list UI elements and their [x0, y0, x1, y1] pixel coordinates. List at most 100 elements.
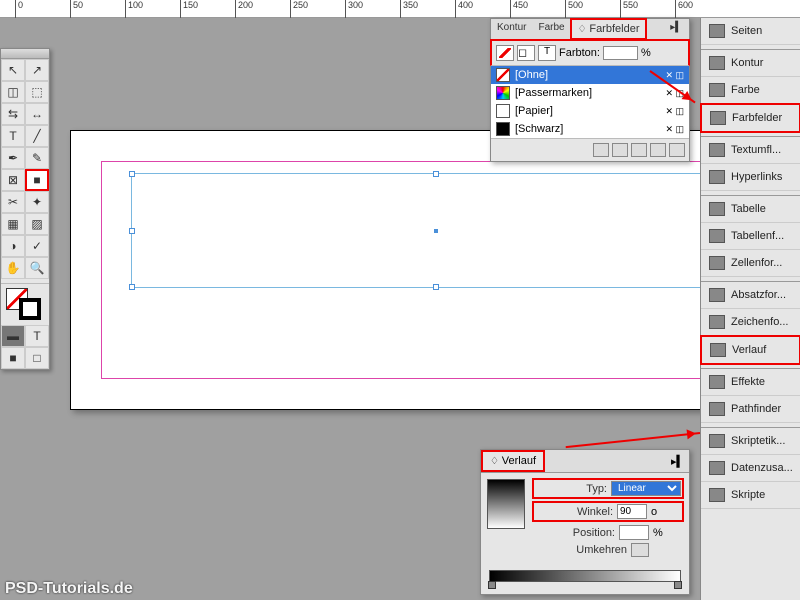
gradient-type-select[interactable]: Linear [611, 481, 681, 496]
dock-item-swatches[interactable]: Farbfelder [700, 103, 800, 133]
dock-label: Tabellenf... [731, 230, 784, 242]
show-gradient-swatches-icon[interactable] [631, 143, 647, 157]
zoom-tool[interactable]: 🔍 [25, 257, 49, 279]
document-page[interactable] [70, 130, 710, 410]
dock-item-cell[interactable]: Zellenfor... [701, 250, 800, 277]
dock-item-fx[interactable]: Effekte [701, 368, 800, 396]
path-icon [709, 402, 725, 416]
pencil-tool[interactable]: ✎ [25, 147, 49, 169]
dock-item-char[interactable]: Zeichenfo... [701, 309, 800, 336]
dock-item-link[interactable]: Hyperlinks [701, 164, 800, 191]
gradient-feather-tool[interactable]: ▨ [25, 213, 49, 235]
frame-tool[interactable]: ⊠ [1, 169, 25, 191]
handle-bottom-mid[interactable] [433, 284, 439, 290]
mode-preview[interactable]: □ [25, 347, 49, 369]
tint-input[interactable] [603, 46, 638, 60]
gradient-position-input[interactable] [619, 525, 649, 540]
text-formatting-icon[interactable]: T [538, 45, 556, 61]
dock-item-path[interactable]: Pathfinder [701, 396, 800, 423]
pen-tool[interactable]: ✒ [1, 147, 25, 169]
swatch-row[interactable]: [Passermarken]✕ ◫ [491, 84, 689, 102]
gradient-angle-input[interactable] [617, 504, 647, 519]
swatch-chip [496, 86, 510, 100]
content-tool-2[interactable]: ↔ [25, 103, 49, 125]
script-icon [709, 488, 725, 502]
rectangle-tool[interactable]: ■ [25, 169, 49, 191]
gradient-panel: ♢ Verlauf ▸▍ Typ: Linear Winkel: o Posit… [480, 449, 690, 595]
apply-color[interactable]: ▬ [1, 325, 25, 347]
handle-top-mid[interactable] [433, 171, 439, 177]
toolbox-grip[interactable] [1, 49, 49, 59]
swatches-icon [710, 111, 726, 125]
new-swatch-icon[interactable] [650, 143, 666, 157]
dock-item-script[interactable]: Skripte [701, 482, 800, 509]
type-tool[interactable]: T [1, 125, 25, 147]
swatch-row[interactable]: [Papier]✕ ◫ [491, 102, 689, 120]
stroke-swatch[interactable] [19, 298, 41, 320]
panel-menu-icon[interactable]: ▸▍ [671, 455, 685, 468]
dock-item-data[interactable]: Datenzusa... [701, 455, 800, 482]
line-tool[interactable]: ╱ [25, 125, 49, 147]
direct-selection-tool[interactable]: ↗ [25, 59, 49, 81]
position-label: Position: [573, 527, 615, 539]
gradient-swatch-tool[interactable]: ▦ [1, 213, 25, 235]
tab-verlauf[interactable]: ♢ Verlauf [481, 450, 545, 472]
dock-item-color[interactable]: Farbe [701, 77, 800, 104]
panel-menu-icon[interactable]: ▸▍ [664, 19, 689, 39]
gap-tool[interactable]: ⬚ [25, 81, 49, 103]
gradient-stop-start[interactable] [488, 581, 496, 589]
data-icon [709, 461, 725, 475]
dock-item-stroke[interactable]: Kontur [701, 49, 800, 77]
dock-item-tablef[interactable]: Tabellenf... [701, 223, 800, 250]
swatches-tabs: Kontur Farbe ♢ Farbfelder ▸▍ [491, 19, 689, 40]
dock-item-grad[interactable]: Verlauf [700, 335, 800, 365]
content-tool[interactable]: ⇆ [1, 103, 25, 125]
dock-item-pages[interactable]: Seiten [701, 18, 800, 45]
dock-label: Textumfl... [731, 144, 781, 156]
dock-item-stag[interactable]: Skriptetik... [701, 427, 800, 455]
tablef-icon [709, 229, 725, 243]
fill-stroke-swatch[interactable] [1, 283, 49, 325]
show-all-swatches-icon[interactable] [593, 143, 609, 157]
swatch-row[interactable]: [Ohne]✕ ◫ [491, 66, 689, 84]
handle-center[interactable] [434, 229, 438, 233]
cell-icon [709, 256, 725, 270]
selected-rectangle[interactable] [131, 173, 741, 288]
dock-item-table[interactable]: Tabelle [701, 195, 800, 223]
handle-bottom-left[interactable] [129, 284, 135, 290]
pages-icon [709, 24, 725, 38]
handle-mid-left[interactable] [129, 228, 135, 234]
tab-farbfelder[interactable]: ♢ Farbfelder [570, 18, 648, 40]
delete-swatch-icon[interactable] [669, 143, 685, 157]
dock-item-wrap[interactable]: Textumfl... [701, 136, 800, 164]
note-tool[interactable]: ◑ [1, 235, 25, 257]
mode-normal[interactable]: ■ [1, 347, 25, 369]
para-icon [709, 288, 725, 302]
apply-gradient[interactable]: T [25, 325, 49, 347]
gradient-stop-end[interactable] [674, 581, 682, 589]
handle-top-left[interactable] [129, 171, 135, 177]
hand-tool[interactable]: ✋ [1, 257, 25, 279]
gradient-preview[interactable] [487, 479, 525, 529]
dock-item-para[interactable]: Absatzfor... [701, 281, 800, 309]
dock-label: Hyperlinks [731, 171, 782, 183]
eyedropper-tool[interactable]: ✓ [25, 235, 49, 257]
page-tool[interactable]: ◫ [1, 81, 25, 103]
dock-label: Absatzfor... [731, 289, 786, 301]
show-color-swatches-icon[interactable] [612, 143, 628, 157]
selection-tool[interactable]: ↖ [1, 59, 25, 81]
tab-kontur[interactable]: Kontur [491, 19, 532, 39]
swatches-panel: Kontur Farbe ♢ Farbfelder ▸▍ ◻ T Farbton… [490, 18, 690, 162]
scissors-tool[interactable]: ✂ [1, 191, 25, 213]
dock-label: Farbe [731, 84, 760, 96]
stag-icon [709, 434, 725, 448]
swatch-chip [496, 104, 510, 118]
dock-label: Tabelle [731, 203, 766, 215]
container-formatting-icon[interactable]: ◻ [517, 45, 535, 61]
transform-tool[interactable]: ✦ [25, 191, 49, 213]
gradient-ramp[interactable] [489, 570, 681, 582]
fill-stroke-toggle[interactable] [496, 45, 514, 61]
reverse-button[interactable] [631, 543, 649, 557]
tab-farbe[interactable]: Farbe [532, 19, 570, 39]
swatch-row[interactable]: [Schwarz]✕ ◫ [491, 120, 689, 138]
